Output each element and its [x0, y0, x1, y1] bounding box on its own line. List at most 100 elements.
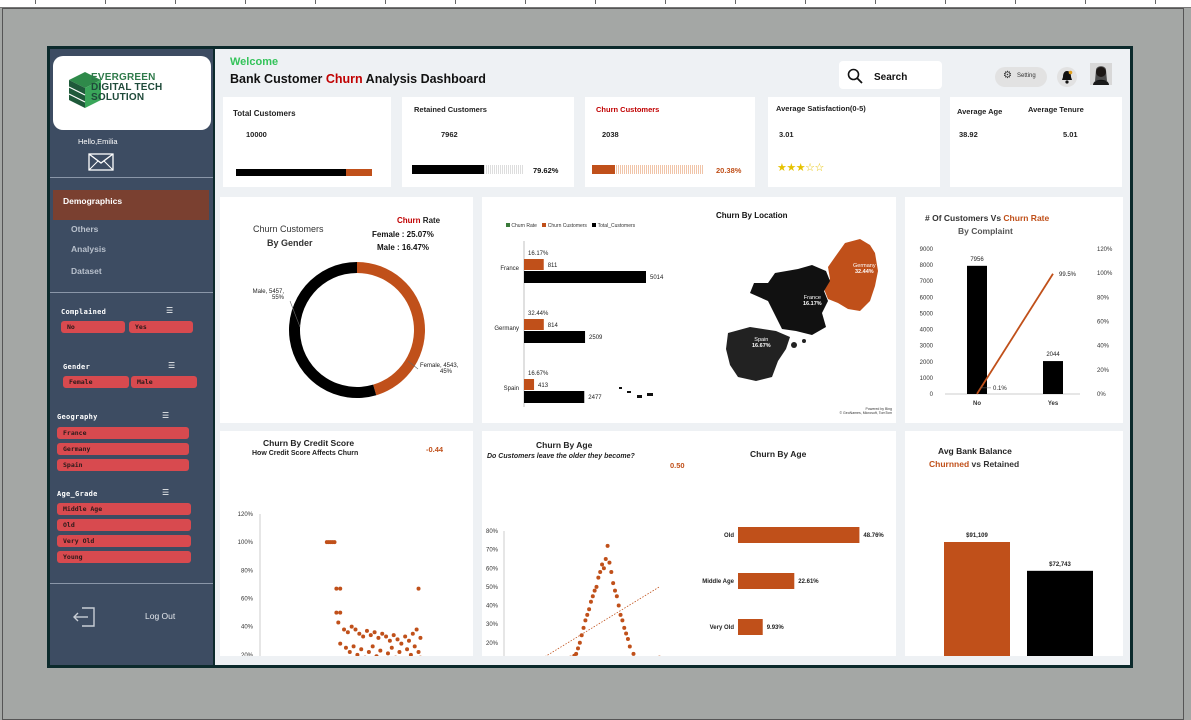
card-avg-balance: Avg Bank Balance Churnned vs Retained $9…: [905, 431, 1123, 656]
multi-select-icon[interactable]: ☰: [168, 361, 175, 370]
scatter-point: [416, 586, 421, 591]
filter-age-young[interactable]: Young: [57, 551, 191, 563]
y-tick: 5000: [920, 311, 934, 317]
map-label-france-value: 16.17%: [803, 301, 822, 307]
multi-select-icon[interactable]: ☰: [162, 411, 169, 420]
mail-icon[interactable]: [88, 153, 114, 171]
scatter-point: [625, 637, 630, 642]
logout-icon[interactable]: [72, 606, 98, 628]
y2-tick: 40%: [1097, 344, 1110, 350]
scatter-point: [601, 566, 606, 571]
scatter-point: [380, 631, 385, 636]
scatter-point: [614, 594, 619, 599]
filter-gender-male[interactable]: Male: [131, 376, 197, 388]
map-label-germany: Germany 32.44%: [853, 263, 876, 275]
filter-geography-title: Geography: [57, 413, 98, 421]
churn-customers-label: 811: [548, 263, 558, 269]
bar-total-customers-france: [524, 271, 646, 283]
scatter-point: [391, 633, 396, 638]
star-rating: ★★★☆☆: [777, 161, 824, 174]
nav-analysis[interactable]: Analysis: [71, 244, 106, 254]
kpi-value: 3.01: [779, 130, 794, 139]
y-tick: 4000: [920, 328, 934, 334]
filter-age-veryold[interactable]: Very Old: [57, 535, 191, 547]
kpi-percent: 20.38%: [716, 166, 742, 175]
sidebar: EVERGREEN DIGITAL TECH SOLUTION Hello,Em…: [50, 49, 213, 665]
notification-button[interactable]: [1057, 67, 1077, 87]
y-tick: 1000: [920, 376, 934, 382]
kpi-value: 10000: [246, 130, 267, 139]
avatar[interactable]: [1090, 63, 1112, 85]
multi-select-icon[interactable]: ☰: [162, 488, 169, 497]
multi-select-icon[interactable]: ☰: [166, 306, 173, 315]
nav-demographics[interactable]: Demographics: [53, 190, 209, 220]
y-tick: 80%: [241, 568, 254, 574]
divider: [50, 583, 213, 584]
nav-others[interactable]: Others: [71, 224, 98, 234]
search-label: Search: [874, 72, 908, 83]
scatter-point: [588, 599, 593, 604]
map-label-france: France 16.17%: [803, 295, 822, 307]
bar-churn-customers-spain: [524, 379, 535, 390]
scatter-point: [416, 650, 421, 655]
kpi-value: 7962: [441, 130, 458, 139]
scatter-point: [616, 603, 621, 608]
scatter-point: [414, 627, 419, 632]
scatter-point: [406, 638, 411, 643]
female-label: Female, 4543, 45%: [420, 363, 458, 375]
filter-age-old[interactable]: Old: [57, 519, 191, 531]
total-customers-label: 5014: [650, 275, 664, 281]
y-tick: 8000: [920, 263, 934, 269]
scatter-point: [349, 624, 354, 629]
greeting: Hello,Emilia: [78, 137, 118, 146]
kpi-percent: 79.62%: [533, 166, 559, 175]
filter-complained-yes[interactable]: Yes: [129, 321, 193, 333]
scatter-point: [618, 612, 623, 617]
filter-geo-germany[interactable]: Germany: [57, 443, 189, 455]
map-spain: [726, 327, 790, 381]
scatter-point: [376, 635, 381, 640]
scatter-point: [598, 569, 603, 574]
scatter-point: [342, 627, 347, 632]
scatter-point: [627, 644, 632, 649]
star-filled-icon: ★: [777, 162, 787, 174]
logo-text: EVERGREEN DIGITAL TECH SOLUTION: [91, 73, 162, 103]
scatter-point: [399, 641, 404, 646]
filter-complained-no[interactable]: No: [61, 321, 125, 333]
y2-tick: 20%: [1097, 368, 1110, 374]
setting-button[interactable]: ⚙ Setting: [995, 67, 1047, 87]
bar-middle-age: [738, 573, 795, 589]
filter-geo-spain[interactable]: Spain: [57, 459, 189, 471]
category-label-germany: Germany: [494, 326, 519, 332]
bar-churn-customers-france: [524, 259, 544, 270]
trend-line: [545, 586, 660, 656]
scatter-point: [607, 560, 612, 565]
y-tick: 20%: [486, 641, 499, 647]
y-tick: 9000: [920, 247, 934, 253]
nav-dataset[interactable]: Dataset: [71, 266, 102, 276]
scatter-point: [374, 654, 379, 656]
card-credit-score: Churn By Credit Score How Credit Score A…: [220, 431, 473, 656]
scatter-point: [372, 630, 377, 635]
search-box[interactable]: Search: [839, 61, 942, 89]
filter-age-middle[interactable]: Middle Age: [57, 503, 191, 515]
scatter-point: [334, 610, 339, 615]
y-tick: 40%: [241, 625, 254, 631]
kpi-title: Retained Customers: [414, 105, 487, 114]
filter-geo-france[interactable]: France: [57, 427, 189, 439]
churn-rate-line: [976, 273, 1054, 395]
y-tick: 40%: [486, 604, 499, 610]
churn-customers-label: 814: [548, 323, 559, 329]
kpi-total-customers: Total Customers 10000: [223, 97, 391, 187]
scatter-point: [385, 651, 390, 656]
kpi-title: Churn Customers: [596, 105, 660, 114]
age-bar-chart: Old48.76%Middle Age22.61%Very Old9.93%Yo…: [702, 527, 884, 635]
kpi-age-tenure: Average Age 38.92 Average Tenure 5.01: [950, 97, 1122, 187]
nav-demographics-label: Demographics: [63, 196, 123, 206]
complaint-combo-chart: 0 1000 2000 3000 4000 5000 6000 7000 8000 9000 0% 2…: [920, 247, 1113, 407]
filter-gender-female[interactable]: Female: [63, 376, 129, 388]
category-label: Middle Age: [702, 579, 734, 585]
y-tick: 60%: [241, 597, 254, 603]
title-pre: Bank Customer: [230, 72, 326, 86]
logout-button[interactable]: Log Out: [145, 611, 175, 621]
